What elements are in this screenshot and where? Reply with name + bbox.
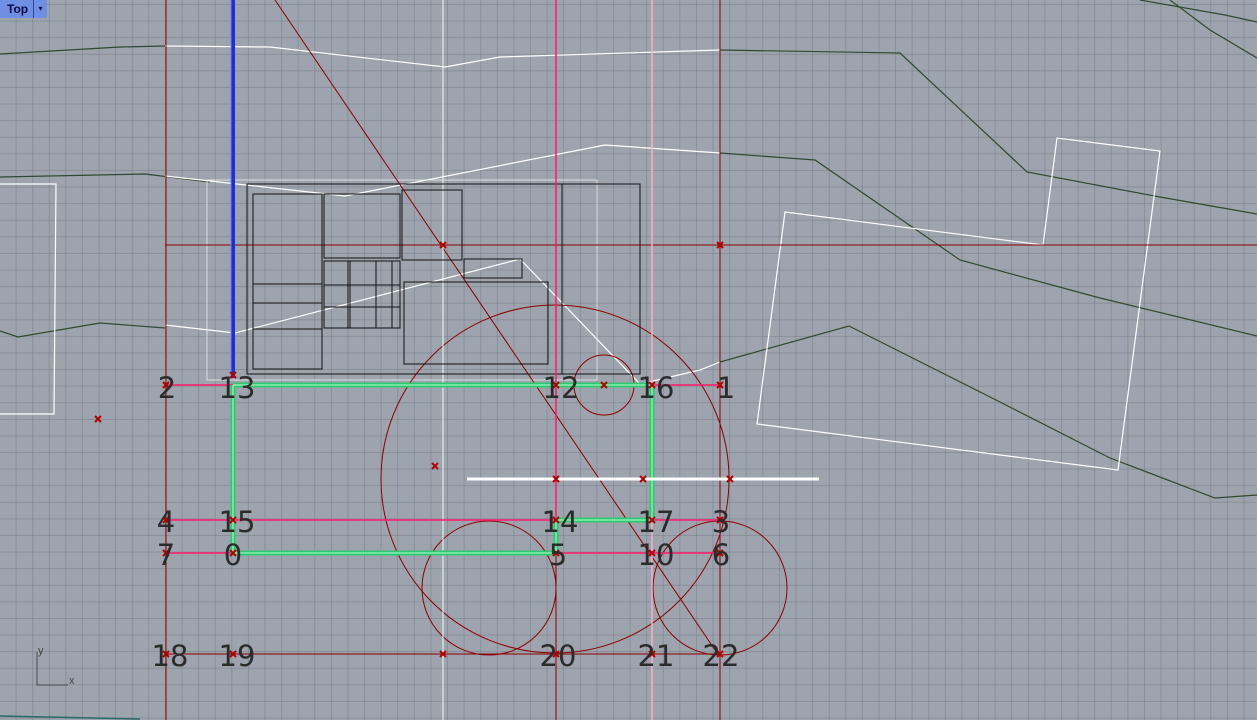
point-label-7: 7 bbox=[157, 538, 175, 572]
point-marker[interactable] bbox=[94, 415, 102, 423]
white-outlines bbox=[0, 45, 1161, 471]
world-axes-icon: y x bbox=[36, 645, 75, 687]
point-label-19: 19 bbox=[219, 639, 256, 673]
drawing-canvas[interactable]: 0 1 2 3 4 5 6 7 10 12 13 14 15 16 17 18 … bbox=[0, 0, 1257, 720]
point-label-14: 14 bbox=[542, 505, 579, 539]
point-label-12: 12 bbox=[543, 371, 580, 405]
point-label-5: 5 bbox=[549, 538, 567, 572]
teal-curve bbox=[0, 715, 141, 720]
top-viewport[interactable]: 0 1 2 3 4 5 6 7 10 12 13 14 15 16 17 18 … bbox=[0, 0, 1257, 720]
point-marker[interactable] bbox=[431, 462, 439, 470]
point-label-21: 21 bbox=[638, 639, 675, 673]
point-label-13: 13 bbox=[219, 371, 256, 405]
point-label-15: 15 bbox=[219, 505, 256, 539]
viewport-menu-arrow-icon[interactable]: ▾ bbox=[33, 0, 47, 18]
point-label-0: 0 bbox=[224, 538, 242, 572]
point-label-4: 4 bbox=[157, 505, 175, 539]
point-label-3: 3 bbox=[712, 505, 730, 539]
axis-label-x: x bbox=[69, 675, 75, 687]
point-markers[interactable] bbox=[94, 241, 734, 658]
point-label-20: 20 bbox=[540, 639, 577, 673]
axis-label-y: y bbox=[38, 645, 44, 657]
point-label-1: 1 bbox=[717, 371, 735, 405]
point-label-18: 18 bbox=[152, 639, 189, 673]
point-label-16: 16 bbox=[638, 371, 675, 405]
point-label-22: 22 bbox=[703, 639, 740, 673]
viewport-name[interactable]: Top bbox=[0, 0, 33, 18]
point-label-17: 17 bbox=[638, 505, 675, 539]
construction-lines bbox=[165, 0, 1257, 720]
viewport-title-tab[interactable]: Top ▾ bbox=[0, 0, 47, 18]
point-label-6: 6 bbox=[712, 538, 730, 572]
point-label-2: 2 bbox=[158, 371, 176, 405]
point-label-10: 10 bbox=[638, 538, 675, 572]
terrain-contours bbox=[0, 0, 1257, 499]
